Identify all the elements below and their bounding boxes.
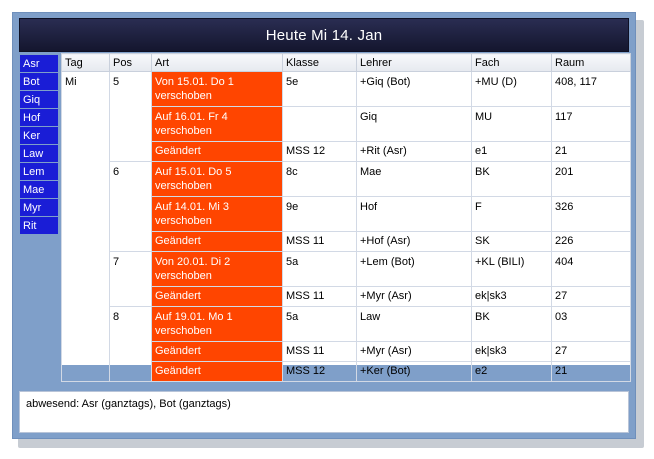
cell-pos: 7 bbox=[109, 251, 152, 307]
cell-lehrer: Hof bbox=[356, 196, 472, 232]
cell-art: Geändert bbox=[151, 341, 283, 362]
sidebar-item-ker[interactable]: Ker bbox=[20, 127, 58, 145]
cell-art: Geändert bbox=[151, 231, 283, 252]
cell-lehrer: +Myr (Asr) bbox=[356, 286, 472, 307]
cell-klasse: 5e bbox=[282, 71, 357, 107]
cell-klasse: 5a bbox=[282, 251, 357, 287]
substitution-table-wrap: Tag Pos Art Klasse Lehrer Fach Raum Mi 5 Von 15.… bbox=[61, 53, 631, 382]
cell-art: Auf 15.01. Do 5 verschoben bbox=[151, 161, 283, 197]
cell-raum: 117 bbox=[551, 106, 631, 142]
page-title: Heute Mi 14. Jan bbox=[265, 26, 383, 44]
cell-raum: 201 bbox=[551, 161, 631, 197]
sidebar-item-law[interactable]: Law bbox=[20, 145, 58, 163]
cell-fach: +KL (BILI) bbox=[471, 251, 552, 287]
table-row[interactable]: 6 Auf 15.01. Do 5 verschoben 8c Mae BK 201 bbox=[62, 161, 631, 252]
cell-lehrer: +Giq (Bot) bbox=[356, 71, 472, 107]
cell-art: Geändert bbox=[151, 141, 283, 162]
cell-art: Geändert bbox=[151, 361, 283, 382]
cell-klasse: MSS 11 bbox=[282, 231, 357, 252]
sidebar-item-hof[interactable]: Hof bbox=[20, 109, 58, 127]
day-header: Heute Mi 14. Jan bbox=[19, 18, 629, 52]
sidebar-item-bot[interactable]: Bot bbox=[20, 73, 58, 91]
sidebar-item-rit[interactable]: Rit bbox=[20, 217, 58, 235]
cell-raum: 27 bbox=[551, 341, 631, 362]
cell-lehrer: Mae bbox=[356, 161, 472, 197]
cell-fach: ek|sk3 bbox=[471, 341, 552, 362]
cell-fach: SK bbox=[471, 231, 552, 252]
cell-raum: 326 bbox=[551, 196, 631, 232]
cell-raum: 27 bbox=[551, 286, 631, 307]
table-header-row: Tag Pos Art Klasse Lehrer Fach Raum bbox=[61, 53, 631, 72]
cell-klasse: 9e bbox=[282, 196, 357, 232]
table-body: Mi 5 Von 15.01. Do 1 verschoben 5e +Giq (Bot… bbox=[61, 71, 631, 382]
cell-klasse: MSS 11 bbox=[282, 341, 357, 362]
column-header-fach[interactable]: Fach bbox=[471, 53, 552, 72]
table-row[interactable]: 8 Auf 19.01. Mo 1 verschoben 5a Law BK 03 bbox=[62, 306, 631, 382]
cell-lehrer: +Lem (Bot) bbox=[356, 251, 472, 287]
absent-text: abwesend: Asr (ganztags), Bot (ganztags) bbox=[26, 398, 231, 410]
cell-fach: F bbox=[471, 196, 552, 232]
column-header-klasse[interactable]: Klasse bbox=[282, 53, 357, 72]
cell-klasse: MSS 12 bbox=[282, 361, 357, 382]
cell-raum: 404 bbox=[551, 251, 631, 287]
cell-lehrer: +Ker (Bot) bbox=[356, 361, 472, 382]
cell-art: Auf 16.01. Fr 4 verschoben bbox=[151, 106, 283, 142]
cell-fach: e1 bbox=[471, 141, 552, 162]
cell-raum: 21 bbox=[551, 361, 631, 382]
sidebar-item-mae[interactable]: Mae bbox=[20, 181, 58, 199]
cell-lehrer: +Rit (Asr) bbox=[356, 141, 472, 162]
cell-fach: BK bbox=[471, 306, 552, 342]
cell-klasse: 5a bbox=[282, 306, 357, 342]
cell-fach: +MU (D) bbox=[471, 71, 552, 107]
cell-lehrer: Law bbox=[356, 306, 472, 342]
sidebar-item-lem[interactable]: Lem bbox=[20, 163, 58, 181]
cell-pos: 8 bbox=[109, 306, 152, 382]
column-header-tag[interactable]: Tag bbox=[61, 53, 110, 72]
cell-klasse: 8c bbox=[282, 161, 357, 197]
substitution-table: Tag Pos Art Klasse Lehrer Fach Raum Mi 5 Von 15.… bbox=[61, 53, 631, 382]
cell-art: Geändert bbox=[151, 286, 283, 307]
cell-raum: 408, 117 bbox=[551, 71, 631, 107]
cell-lehrer: Giq bbox=[356, 106, 472, 142]
sidebar-item-giq[interactable]: Giq bbox=[20, 91, 58, 109]
cell-art: Auf 14.01. Mi 3 verschoben bbox=[151, 196, 283, 232]
table-row[interactable]: Mi 5 Von 15.01. Do 1 verschoben 5e +Giq (Bot… bbox=[61, 71, 631, 382]
cell-fach: e2 bbox=[471, 361, 552, 382]
column-header-pos[interactable]: Pos bbox=[109, 53, 152, 72]
cell-fach: MU bbox=[471, 106, 552, 142]
cell-lehrer: +Hof (Asr) bbox=[356, 231, 472, 252]
cell-klasse: MSS 11 bbox=[282, 286, 357, 307]
table-row[interactable]: 7 Von 20.01. Di 2 verschoben 5a +Lem (Bot) +… bbox=[62, 251, 631, 307]
cell-art: Von 20.01. Di 2 verschoben bbox=[151, 251, 283, 287]
cell-raum: 21 bbox=[551, 141, 631, 162]
column-header-raum[interactable]: Raum bbox=[551, 53, 631, 72]
cell-raum: 226 bbox=[551, 231, 631, 252]
absence-panel: abwesend: Asr (ganztags), Bot (ganztags) bbox=[19, 391, 629, 433]
cell-art: Auf 19.01. Mo 1 verschoben bbox=[151, 306, 283, 342]
cell-klasse bbox=[282, 106, 357, 142]
absent-teacher-list: Asr Bot Giq Hof Ker Law Lem Mae Myr Rit bbox=[20, 55, 58, 235]
sidebar-item-myr[interactable]: Myr bbox=[20, 199, 58, 217]
column-header-art[interactable]: Art bbox=[151, 53, 283, 72]
cell-tag: Mi bbox=[61, 71, 110, 382]
column-header-lehrer[interactable]: Lehrer bbox=[356, 53, 472, 72]
sidebar-item-asr[interactable]: Asr bbox=[20, 55, 58, 73]
cell-raum: 03 bbox=[551, 306, 631, 342]
cell-pos: 6 bbox=[109, 161, 152, 252]
cell-klasse: MSS 12 bbox=[282, 141, 357, 162]
cell-fach: ek|sk3 bbox=[471, 286, 552, 307]
cell-fach: BK bbox=[471, 161, 552, 197]
cell-art: Von 15.01. Do 1 verschoben bbox=[151, 71, 283, 107]
cell-pos: 5 bbox=[109, 71, 152, 162]
cell-lehrer: +Myr (Asr) bbox=[356, 341, 472, 362]
